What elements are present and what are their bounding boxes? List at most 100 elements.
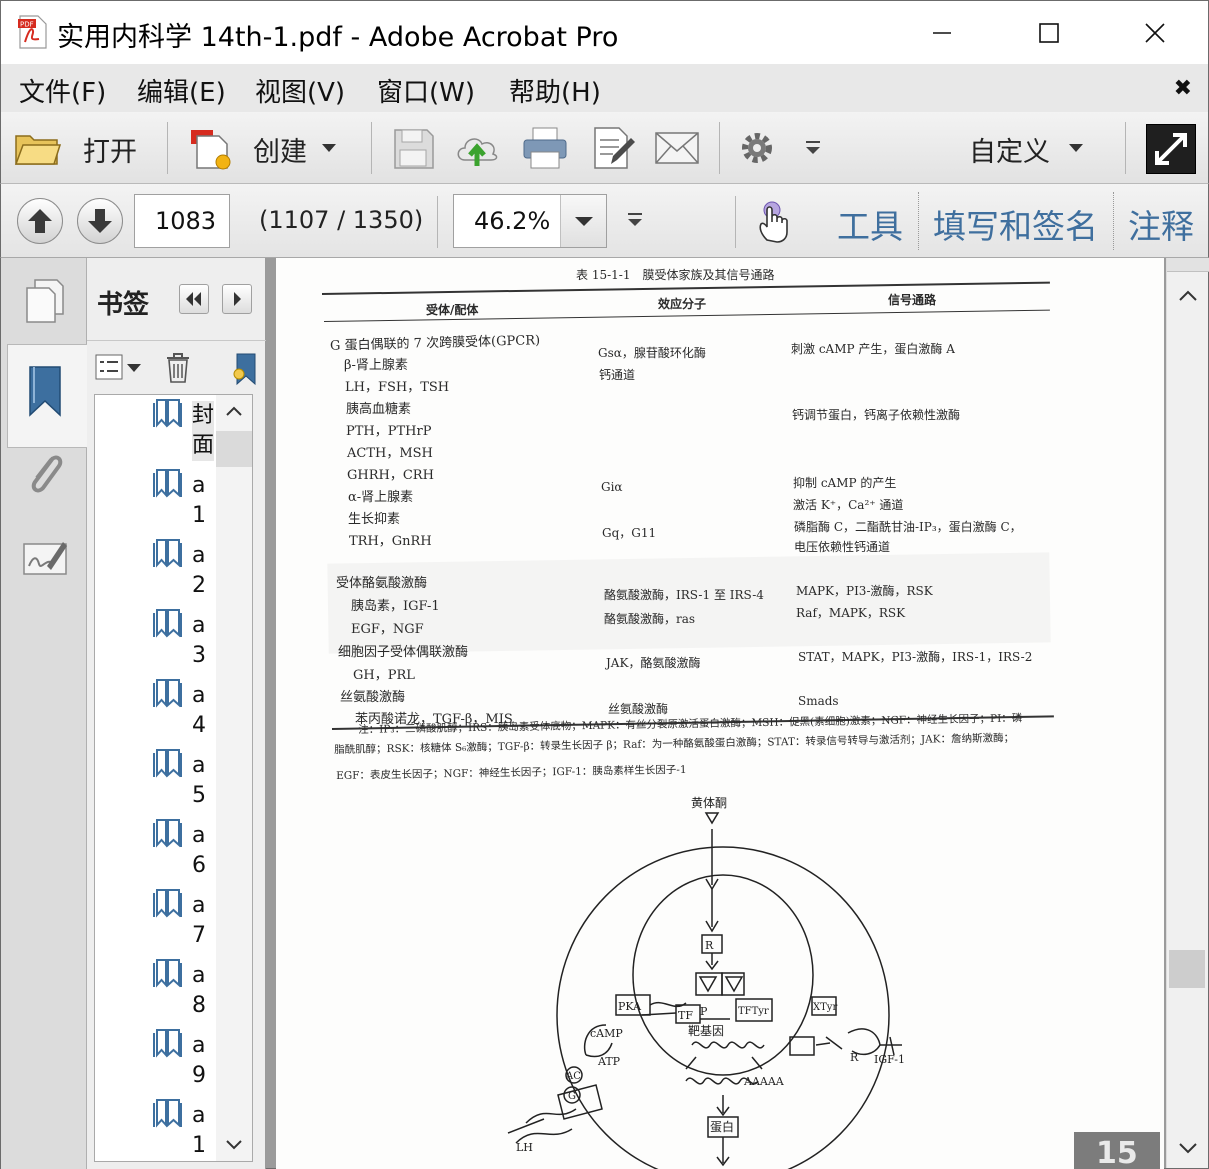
bookmark-page-icon <box>153 609 182 638</box>
table-cell: 生长抑素 <box>348 512 401 527</box>
bookmark-item[interactable]: a6 <box>95 815 215 885</box>
expand-panel-button[interactable] <box>222 284 252 314</box>
bookmark-item[interactable]: a4 <box>95 675 215 745</box>
bookmark-label: a2 <box>192 543 206 598</box>
document-viewer[interactable]: 表 15-1-1 膜受体家族及其信号通路 受体/配体 效应分子 信号通路 G 蛋… <box>266 258 1209 1169</box>
toolbar-separator <box>437 196 438 248</box>
collapse-panel-button[interactable] <box>179 284 209 314</box>
scrollbar-thumb[interactable] <box>216 431 252 467</box>
menu-view[interactable]: 视图(V) <box>255 72 345 109</box>
menu-close-icon[interactable]: ✖ <box>1174 76 1192 101</box>
bookmark-label: a6 <box>192 823 206 878</box>
print-icon[interactable] <box>521 124 569 172</box>
customize-dropdown-chevron-icon[interactable] <box>1068 142 1084 154</box>
bookmark-item[interactable]: a3 <box>95 605 215 675</box>
open-folder-icon[interactable] <box>13 124 61 172</box>
attachment-paperclip-icon[interactable] <box>23 448 67 500</box>
toolbar-separator <box>1125 122 1126 174</box>
delete-bookmark-icon[interactable] <box>165 352 191 384</box>
scroll-up-chevron-icon[interactable] <box>1177 288 1199 304</box>
table-cell: STAT，MAPK，PI3-激酶，IRS-1，IRS-2 <box>798 650 1033 664</box>
table-cell: PTH，PTHrP <box>346 424 432 439</box>
open-button[interactable]: 打开 <box>83 130 137 169</box>
page-count-label: (1107 / 1350) <box>259 206 424 234</box>
bookmark-page-icon <box>153 819 182 848</box>
table-cell: 刺激 cAMP 产生，蛋白激酶 A <box>791 342 955 356</box>
scroll-down-chevron-icon[interactable] <box>224 1137 244 1153</box>
scroll-down-chevron-icon[interactable] <box>1177 1140 1199 1156</box>
bookmark-label: a4 <box>192 683 206 738</box>
bookmark-page-icon <box>153 539 182 568</box>
bookmark-item[interactable]: a9 <box>95 1025 215 1095</box>
signature-icon[interactable] <box>21 536 69 580</box>
toolbar-separator <box>167 122 168 174</box>
gear-icon[interactable] <box>737 128 777 168</box>
bookmark-item[interactable]: a7 <box>95 885 215 955</box>
comment-pane-link[interactable]: 注释 <box>1128 200 1194 248</box>
close-button[interactable] <box>1120 1 1190 65</box>
bookmark-list-scrollbar[interactable] <box>216 395 252 1161</box>
table-cell: 钙调节蛋白，钙离子依赖性激酶 <box>792 408 961 422</box>
bookmark-page-icon <box>153 399 182 428</box>
scroll-up-chevron-icon[interactable] <box>224 403 244 419</box>
table-cell: 酪氨酸激酶，IRS-1 至 IRS-4 <box>604 588 764 602</box>
table-cell: α-肾上腺素 <box>348 490 414 505</box>
bookmark-page-icon <box>153 1029 182 1058</box>
maximize-button[interactable] <box>1014 1 1084 65</box>
minimize-button[interactable] <box>907 1 977 65</box>
scrollbar-thumb[interactable] <box>1169 950 1205 988</box>
page-thumbnails-icon[interactable] <box>23 278 67 324</box>
previous-page-button[interactable] <box>17 198 63 244</box>
tools-pane-link[interactable]: 工具 <box>837 200 903 248</box>
bookmark-page-icon <box>153 1099 182 1128</box>
cloud-upload-icon[interactable] <box>453 124 501 172</box>
svg-text:PDF: PDF <box>20 21 34 29</box>
bookmark-page-icon <box>153 749 182 778</box>
email-icon[interactable] <box>653 124 701 172</box>
menu-edit[interactable]: 编辑(E) <box>137 72 226 109</box>
toolbar-separator <box>735 196 736 248</box>
edit-document-icon[interactable] <box>589 124 637 172</box>
bookmark-item[interactable]: a1 <box>95 465 215 535</box>
link-separator <box>918 192 919 250</box>
create-dropdown-chevron-icon[interactable] <box>321 142 337 154</box>
new-bookmark-icon[interactable] <box>233 352 257 386</box>
bookmark-item[interactable]: a1 <box>95 1095 215 1161</box>
save-icon[interactable] <box>389 124 437 172</box>
title-bar: PDF 实用内科学 14th-1.pdf - Adobe Acrobat Pro <box>0 0 1209 64</box>
scrollbar-split-handle[interactable] <box>1167 258 1209 272</box>
document-scrollbar[interactable] <box>1166 258 1209 1168</box>
table-cell: 钙通道 <box>599 368 636 382</box>
diagram-label: XTyr <box>813 1002 837 1013</box>
customize-button[interactable]: 自定义 <box>969 130 1050 169</box>
create-pdf-icon[interactable] <box>187 124 235 172</box>
table-cell: ACTH，MSH <box>347 446 433 461</box>
fill-and-sign-pane-link[interactable]: 填写和签名 <box>933 200 1098 248</box>
menu-file[interactable]: 文件(F) <box>19 72 106 109</box>
bookmark-item[interactable]: a8 <box>95 955 215 1025</box>
table-cell: 丝氨酸激酶 <box>608 702 669 716</box>
table-cell: GHRH，CRH <box>347 468 434 483</box>
zoom-combobox[interactable]: 46.2% <box>453 194 607 248</box>
next-page-button[interactable] <box>77 198 123 244</box>
nav-options-icon[interactable] <box>626 212 644 228</box>
table-cell: 胰高血糖素 <box>346 402 412 417</box>
menu-window[interactable]: 窗口(W) <box>377 72 475 109</box>
bookmark-item[interactable]: a5 <box>95 745 215 815</box>
hand-tool-icon[interactable] <box>753 200 795 244</box>
bookmark-item[interactable]: 封面 <box>95 395 215 465</box>
bookmark-page-icon <box>153 959 182 988</box>
create-button[interactable]: 创建 <box>253 130 307 169</box>
bookmarks-tab[interactable] <box>7 344 87 448</box>
diagram-label: P <box>700 1005 708 1018</box>
page-number-input[interactable]: 1083 <box>134 194 230 248</box>
bookmark-options-icon[interactable] <box>95 352 145 384</box>
bookmark-item[interactable]: a2 <box>95 535 215 605</box>
zoom-dropdown-button[interactable] <box>560 195 606 247</box>
toolbar-options-icon[interactable] <box>804 140 822 156</box>
diagram-label: ATP <box>597 1055 621 1068</box>
menu-help[interactable]: 帮助(H) <box>509 72 601 109</box>
table-cell: 胰岛素，IGF-1 <box>351 599 440 614</box>
full-screen-button[interactable] <box>1146 124 1196 174</box>
bookmark-label: a1 <box>192 1103 206 1158</box>
